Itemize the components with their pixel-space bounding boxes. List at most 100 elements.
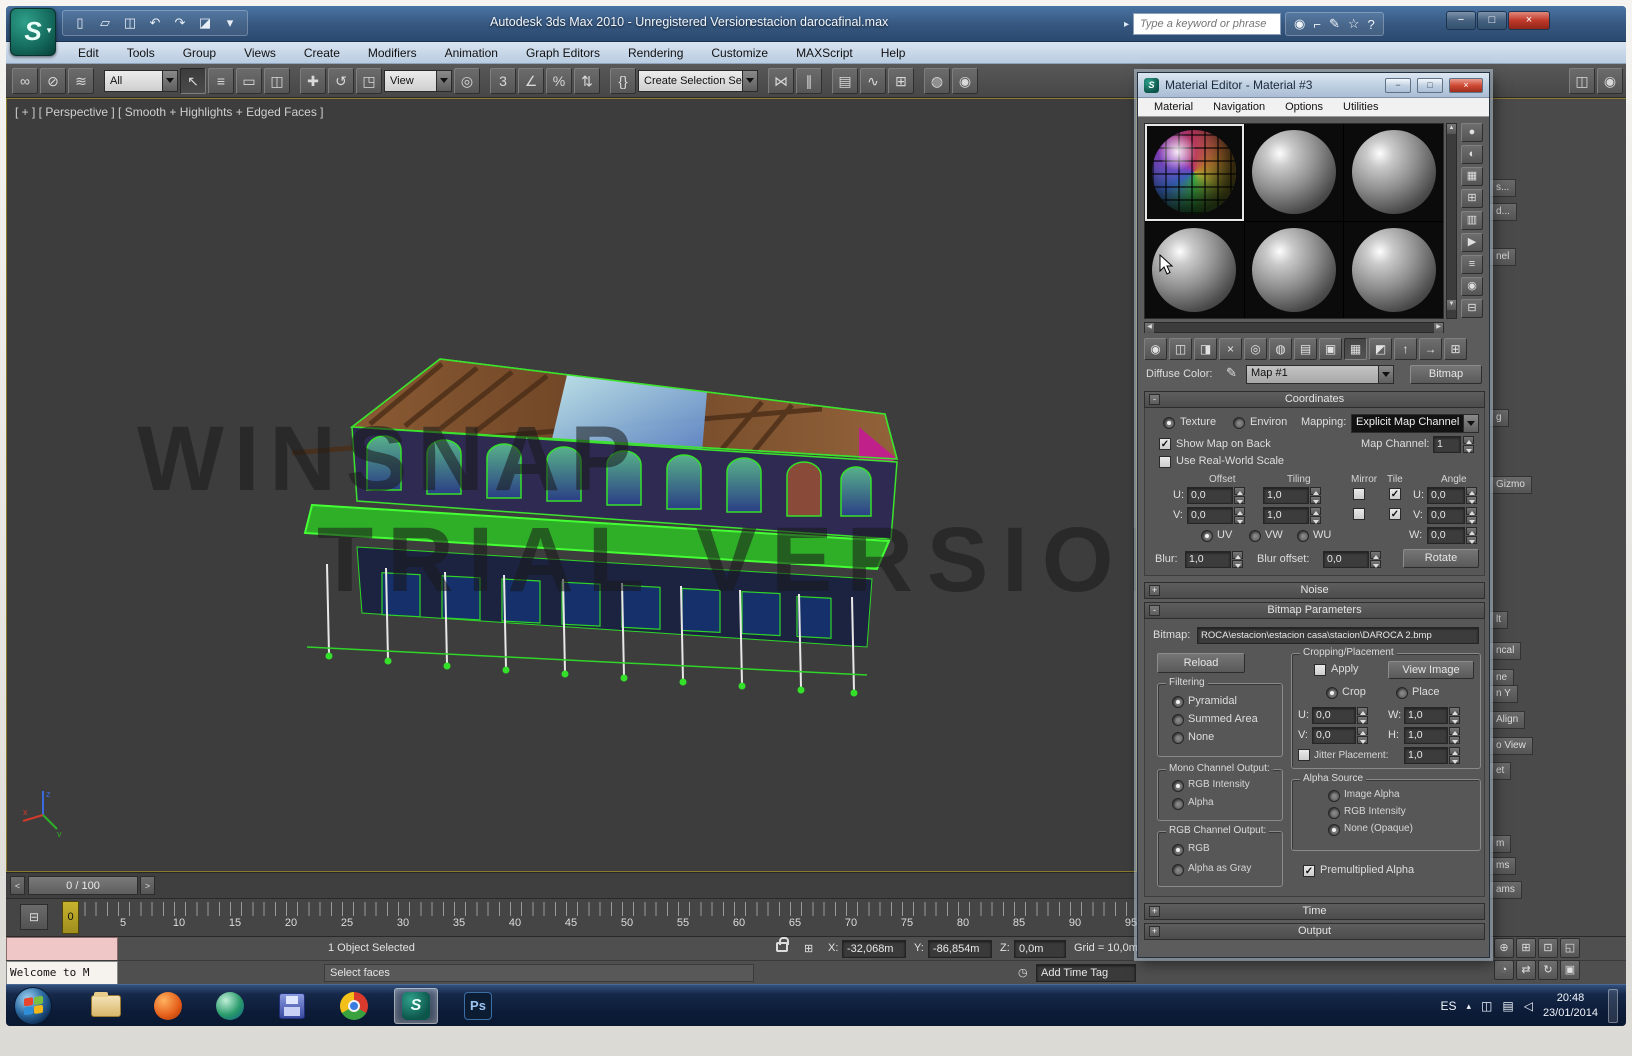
menu-group[interactable]: Group	[169, 42, 230, 64]
bind-to-spacewarp-icon[interactable]: ≋	[68, 68, 94, 94]
sample-slot[interactable]	[1344, 222, 1443, 319]
listener-field[interactable]: Welcome to M	[6, 961, 118, 985]
navigator-icon[interactable]: ⊞	[1444, 338, 1467, 360]
get-material-icon[interactable]: ◉	[1144, 338, 1167, 360]
open-minicurve-icon[interactable]: ⊟	[20, 904, 48, 930]
selection-filter-dropdown[interactable]: All	[104, 70, 178, 92]
v-tiling-field[interactable]: 1,0	[1263, 507, 1309, 524]
render-production-icon[interactable]: ◫	[1569, 68, 1595, 94]
u-angle-field[interactable]: 0,0	[1427, 487, 1465, 504]
panel-fragment[interactable]: ms	[1490, 857, 1516, 875]
map-channel-spinner[interactable]	[1463, 436, 1474, 453]
crop-radio[interactable]	[1326, 687, 1338, 699]
help-icon[interactable]: ?	[1368, 17, 1375, 32]
menu-graph-editors[interactable]: Graph Editors	[512, 42, 614, 64]
noise-rollout-header[interactable]: + Noise	[1144, 582, 1485, 599]
v-tiling-spinner[interactable]	[1310, 507, 1321, 524]
panel-fragment[interactable]: nel	[1490, 248, 1516, 266]
crop-w-field[interactable]: 1,0	[1404, 707, 1448, 724]
select-object-icon[interactable]: ↖	[180, 68, 206, 94]
place-radio[interactable]	[1396, 687, 1408, 699]
volume-tray-icon[interactable]: ◁	[1524, 999, 1533, 1013]
environ-radio[interactable]	[1233, 417, 1245, 429]
maximize-button[interactable]: □	[1417, 78, 1443, 93]
menu-material[interactable]: Material	[1144, 101, 1203, 113]
panel-fragment[interactable]: Align	[1490, 711, 1525, 729]
flyout-arrow-icon[interactable]: ▸	[1124, 19, 1129, 30]
expand-icon[interactable]: +	[1149, 585, 1160, 596]
named-selection-sets-icon[interactable]: {}	[610, 68, 636, 94]
selection-lock-icon[interactable]	[776, 942, 788, 952]
zoom-extents-all-icon[interactable]: ◱	[1560, 938, 1580, 958]
jitter-field[interactable]: 1,0	[1404, 747, 1448, 764]
show-map-in-viewport-icon[interactable]: ▦	[1344, 338, 1367, 360]
application-menu-button[interactable]: S ▼	[10, 8, 56, 56]
sample-slot[interactable]	[1245, 222, 1344, 319]
absolute-mode-icon[interactable]: ⊞	[804, 942, 813, 955]
w-angle-field[interactable]: 0,0	[1427, 527, 1465, 544]
perspective-viewport[interactable]: [ + ] [ Perspective ] [ Smooth + Highlig…	[6, 98, 1137, 872]
sample-hscrollbar[interactable]: ◀ ▶	[1144, 322, 1444, 333]
material-id-icon[interactable]: ▣	[1319, 338, 1342, 360]
show-desktop-button[interactable]	[1608, 989, 1618, 1023]
rgb-rgb-radio[interactable]	[1172, 844, 1184, 856]
add-time-tag[interactable]: Add Time Tag	[1036, 964, 1136, 982]
taskbar-chrome[interactable]	[332, 988, 376, 1024]
show-end-result-icon[interactable]: ◩	[1369, 338, 1392, 360]
menu-maxscript[interactable]: MAXScript	[782, 42, 867, 64]
crop-v-spinner[interactable]	[1357, 727, 1368, 744]
window-crossing-icon[interactable]: ◫	[264, 68, 290, 94]
angle-snap-icon[interactable]: ∠	[518, 68, 544, 94]
subscription-icon[interactable]: ⌐	[1313, 17, 1321, 32]
menu-rendering[interactable]: Rendering	[614, 42, 697, 64]
u-tiling-field[interactable]: 1,0	[1263, 487, 1309, 504]
go-to-sibling-icon[interactable]: →	[1419, 338, 1442, 360]
use-pivot-center-icon[interactable]: ◎	[454, 68, 480, 94]
wu-radio[interactable]	[1297, 530, 1309, 542]
taskbar-save-tool[interactable]	[270, 988, 314, 1024]
maximize-viewport-icon[interactable]: ▣	[1560, 960, 1580, 980]
v-tile-checkbox[interactable]: ✓	[1389, 508, 1401, 520]
network-tray-icon[interactable]: ▤	[1502, 999, 1513, 1013]
panel-fragment[interactable]: g	[1490, 409, 1509, 427]
panel-fragment[interactable]: ams	[1490, 881, 1522, 899]
scroll-left-icon[interactable]: ◀	[1145, 323, 1154, 333]
collapse-icon[interactable]: -	[1149, 394, 1160, 405]
scroll-down-icon[interactable]: ▼	[1447, 300, 1456, 310]
expand-icon[interactable]: +	[1149, 906, 1160, 917]
unlink-selection-icon[interactable]: ⊘	[40, 68, 66, 94]
make-preview-icon[interactable]: ▶	[1461, 233, 1483, 252]
jitter-spinner[interactable]	[1449, 747, 1460, 764]
panel-fragment[interactable]: s...	[1490, 179, 1516, 197]
jitter-checkbox[interactable]	[1298, 749, 1310, 761]
view-image-button[interactable]: View Image	[1388, 661, 1474, 679]
map-name-dropdown[interactable]: Map #1	[1246, 365, 1394, 384]
menu-views[interactable]: Views	[230, 42, 290, 64]
dropdown-arrow-icon[interactable]	[436, 71, 451, 91]
rotate-button[interactable]: Rotate	[1403, 549, 1479, 568]
crop-u-field[interactable]: 0,0	[1312, 707, 1356, 724]
output-rollout-header[interactable]: + Output	[1144, 923, 1485, 940]
pyramidal-radio[interactable]	[1172, 696, 1184, 708]
put-to-scene-icon[interactable]: ◫	[1169, 338, 1192, 360]
reload-button[interactable]: Reload	[1157, 653, 1245, 673]
schematic-view-icon[interactable]: ⊞	[888, 68, 914, 94]
menu-utilities[interactable]: Utilities	[1333, 101, 1388, 113]
image-alpha-radio[interactable]	[1328, 790, 1340, 802]
u-mirror-checkbox[interactable]	[1353, 488, 1365, 500]
language-indicator[interactable]: ES	[1440, 999, 1456, 1013]
dropdown-arrow-icon[interactable]	[1378, 366, 1393, 383]
taskbar-3dsmax-active[interactable]: S	[394, 988, 438, 1024]
coordinates-rollout-header[interactable]: - Coordinates	[1144, 391, 1485, 408]
texture-radio[interactable]	[1163, 417, 1175, 429]
alpha-none-radio[interactable]	[1328, 824, 1340, 836]
select-by-material-icon[interactable]: ◉	[1461, 277, 1483, 296]
favorites-star-icon[interactable]: ☆	[1348, 16, 1360, 32]
collapse-icon[interactable]: -	[1149, 605, 1160, 616]
toolbar-options-icon[interactable]: ▾	[219, 12, 241, 34]
menu-modifiers[interactable]: Modifiers	[354, 42, 431, 64]
field-of-view-icon[interactable]: ◔	[1494, 960, 1514, 980]
minimize-button[interactable]: −	[1446, 11, 1476, 30]
layer-manager-icon[interactable]: ▤	[832, 68, 858, 94]
taskbar-photoshop[interactable]: Ps	[456, 988, 500, 1024]
